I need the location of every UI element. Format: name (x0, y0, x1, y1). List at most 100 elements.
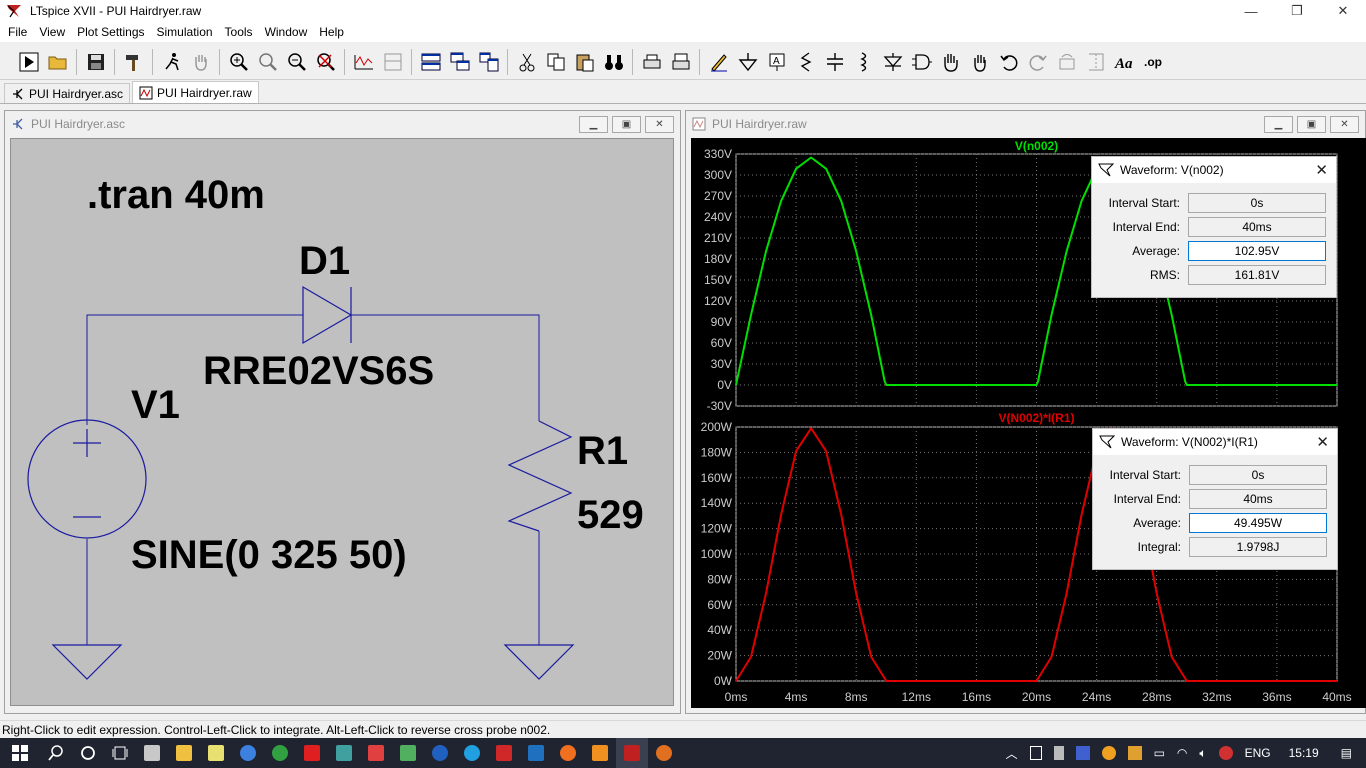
diode-name-label[interactable]: D1 (299, 239, 350, 284)
control-panel-button[interactable] (119, 48, 148, 76)
schematic-minimize-button[interactable]: ▁ (579, 116, 608, 133)
run-button[interactable] (14, 48, 43, 76)
capacitor-button[interactable] (820, 48, 849, 76)
tray-icon[interactable] (1218, 746, 1233, 760)
undo-button[interactable] (994, 48, 1023, 76)
close-button[interactable]: ✕ (1320, 0, 1366, 22)
resistor-value-label[interactable]: 529 (577, 493, 644, 538)
menu-file[interactable]: File (2, 25, 33, 39)
autorange-button[interactable] (349, 48, 378, 76)
diode-symbol[interactable] (302, 285, 353, 345)
resistor-name-label[interactable]: R1 (577, 429, 628, 474)
tile-vertical-button[interactable] (474, 48, 503, 76)
tran-directive[interactable]: .tran 40m (87, 173, 265, 218)
taskbar-app[interactable] (552, 738, 584, 768)
rms-value[interactable]: 161.81V (1188, 265, 1326, 285)
start-button[interactable] (0, 738, 40, 768)
schematic-restore-button[interactable]: ▣ (612, 116, 641, 133)
menu-window[interactable]: Window (259, 25, 314, 39)
menu-plot-settings[interactable]: Plot Settings (71, 25, 150, 39)
tray-chevron-icon[interactable]: ︿ (1006, 745, 1018, 762)
text-button[interactable]: Aa (1110, 48, 1139, 76)
tray-icon[interactable] (1075, 746, 1090, 760)
pan-button[interactable] (186, 48, 215, 76)
battery-icon[interactable]: ▭ (1154, 746, 1165, 760)
spice-directive-button[interactable]: .op (1139, 48, 1168, 76)
close-icon[interactable]: ✕ (1316, 433, 1329, 451)
cut-button[interactable] (512, 48, 541, 76)
taskbar-app[interactable] (456, 738, 488, 768)
drag-button[interactable] (965, 48, 994, 76)
cascade-button[interactable] (445, 48, 474, 76)
notifications-icon[interactable]: ▤ (1341, 746, 1352, 760)
interval-end-value[interactable]: 40ms (1189, 489, 1327, 509)
taskbar-app[interactable] (168, 738, 200, 768)
taskbar-app[interactable] (328, 738, 360, 768)
taskbar-app[interactable] (584, 738, 616, 768)
taskbar-app[interactable] (520, 738, 552, 768)
halt-button[interactable] (157, 48, 186, 76)
zoom-in-button[interactable] (224, 48, 253, 76)
tab-waveform[interactable]: PUI Hairdryer.raw (132, 81, 259, 103)
menu-tools[interactable]: Tools (219, 25, 259, 39)
print-button[interactable] (637, 48, 666, 76)
find-button[interactable] (599, 48, 628, 76)
plot-minimize-button[interactable]: ▁ (1264, 116, 1293, 133)
average-value[interactable]: 102.95V (1188, 241, 1326, 261)
wire-button[interactable] (704, 48, 733, 76)
tab-schematic[interactable]: PUI Hairdryer.asc (4, 83, 131, 103)
schematic-canvas[interactable]: .tran 40m D1 RRE02VS6S V1 SINE(0 325 50)… (10, 138, 674, 706)
tray-icon[interactable] (1101, 746, 1116, 760)
taskbar-app[interactable] (136, 738, 168, 768)
ground-symbol[interactable] (51, 644, 123, 680)
interval-end-value[interactable]: 40ms (1188, 217, 1326, 237)
mirror-button[interactable] (1081, 48, 1110, 76)
inductor-button[interactable] (849, 48, 878, 76)
open-button[interactable] (43, 48, 72, 76)
language-indicator[interactable]: ENG (1245, 746, 1271, 760)
move-button[interactable] (936, 48, 965, 76)
rotate-button[interactable] (1052, 48, 1081, 76)
menu-view[interactable]: View (33, 25, 71, 39)
taskbar-app[interactable] (232, 738, 264, 768)
zoom-fit-button[interactable] (311, 48, 340, 76)
diode-model-label[interactable]: RRE02VS6S (203, 349, 434, 394)
interval-start-value[interactable]: 0s (1189, 465, 1327, 485)
ground-symbol[interactable] (503, 644, 575, 680)
menu-simulation[interactable]: Simulation (151, 25, 219, 39)
resistor-button[interactable] (791, 48, 820, 76)
copy-button[interactable] (541, 48, 570, 76)
minimize-button[interactable]: — (1228, 0, 1274, 22)
source-name-label[interactable]: V1 (131, 383, 180, 428)
redo-button[interactable] (1023, 48, 1052, 76)
volume-icon[interactable]: 🔈︎ (1199, 746, 1206, 761)
taskbar-app[interactable] (360, 738, 392, 768)
ground-button[interactable] (733, 48, 762, 76)
maximize-button[interactable]: ❐ (1274, 0, 1320, 22)
tray-icon[interactable] (1127, 746, 1142, 760)
taskbar-app[interactable] (392, 738, 424, 768)
plot-restore-button[interactable]: ▣ (1297, 116, 1326, 133)
wifi-icon[interactable]: ◠ (1177, 746, 1187, 760)
taskbar-app[interactable] (424, 738, 456, 768)
diode-button[interactable] (878, 48, 907, 76)
menu-help[interactable]: Help (313, 25, 350, 39)
taskbar-app[interactable] (648, 738, 680, 768)
print-setup-button[interactable] (666, 48, 695, 76)
zoom-out-button[interactable] (282, 48, 311, 76)
taskbar-app[interactable] (200, 738, 232, 768)
close-icon[interactable]: ✕ (1315, 161, 1328, 179)
paste-button[interactable] (570, 48, 599, 76)
label-net-button[interactable]: A (762, 48, 791, 76)
taskbar-app[interactable] (488, 738, 520, 768)
tray-icon[interactable] (1029, 746, 1042, 760)
zoom-pan-button[interactable] (253, 48, 282, 76)
source-value-label[interactable]: SINE(0 325 50) (131, 533, 407, 578)
tile-horizontal-button[interactable] (416, 48, 445, 76)
save-button[interactable] (81, 48, 110, 76)
voltage-source-symbol[interactable] (27, 419, 147, 539)
plot-close-button[interactable]: ✕ (1330, 116, 1359, 133)
taskbar-app[interactable] (264, 738, 296, 768)
clock[interactable]: 15:19 (1289, 746, 1319, 760)
search-button[interactable] (40, 738, 72, 768)
